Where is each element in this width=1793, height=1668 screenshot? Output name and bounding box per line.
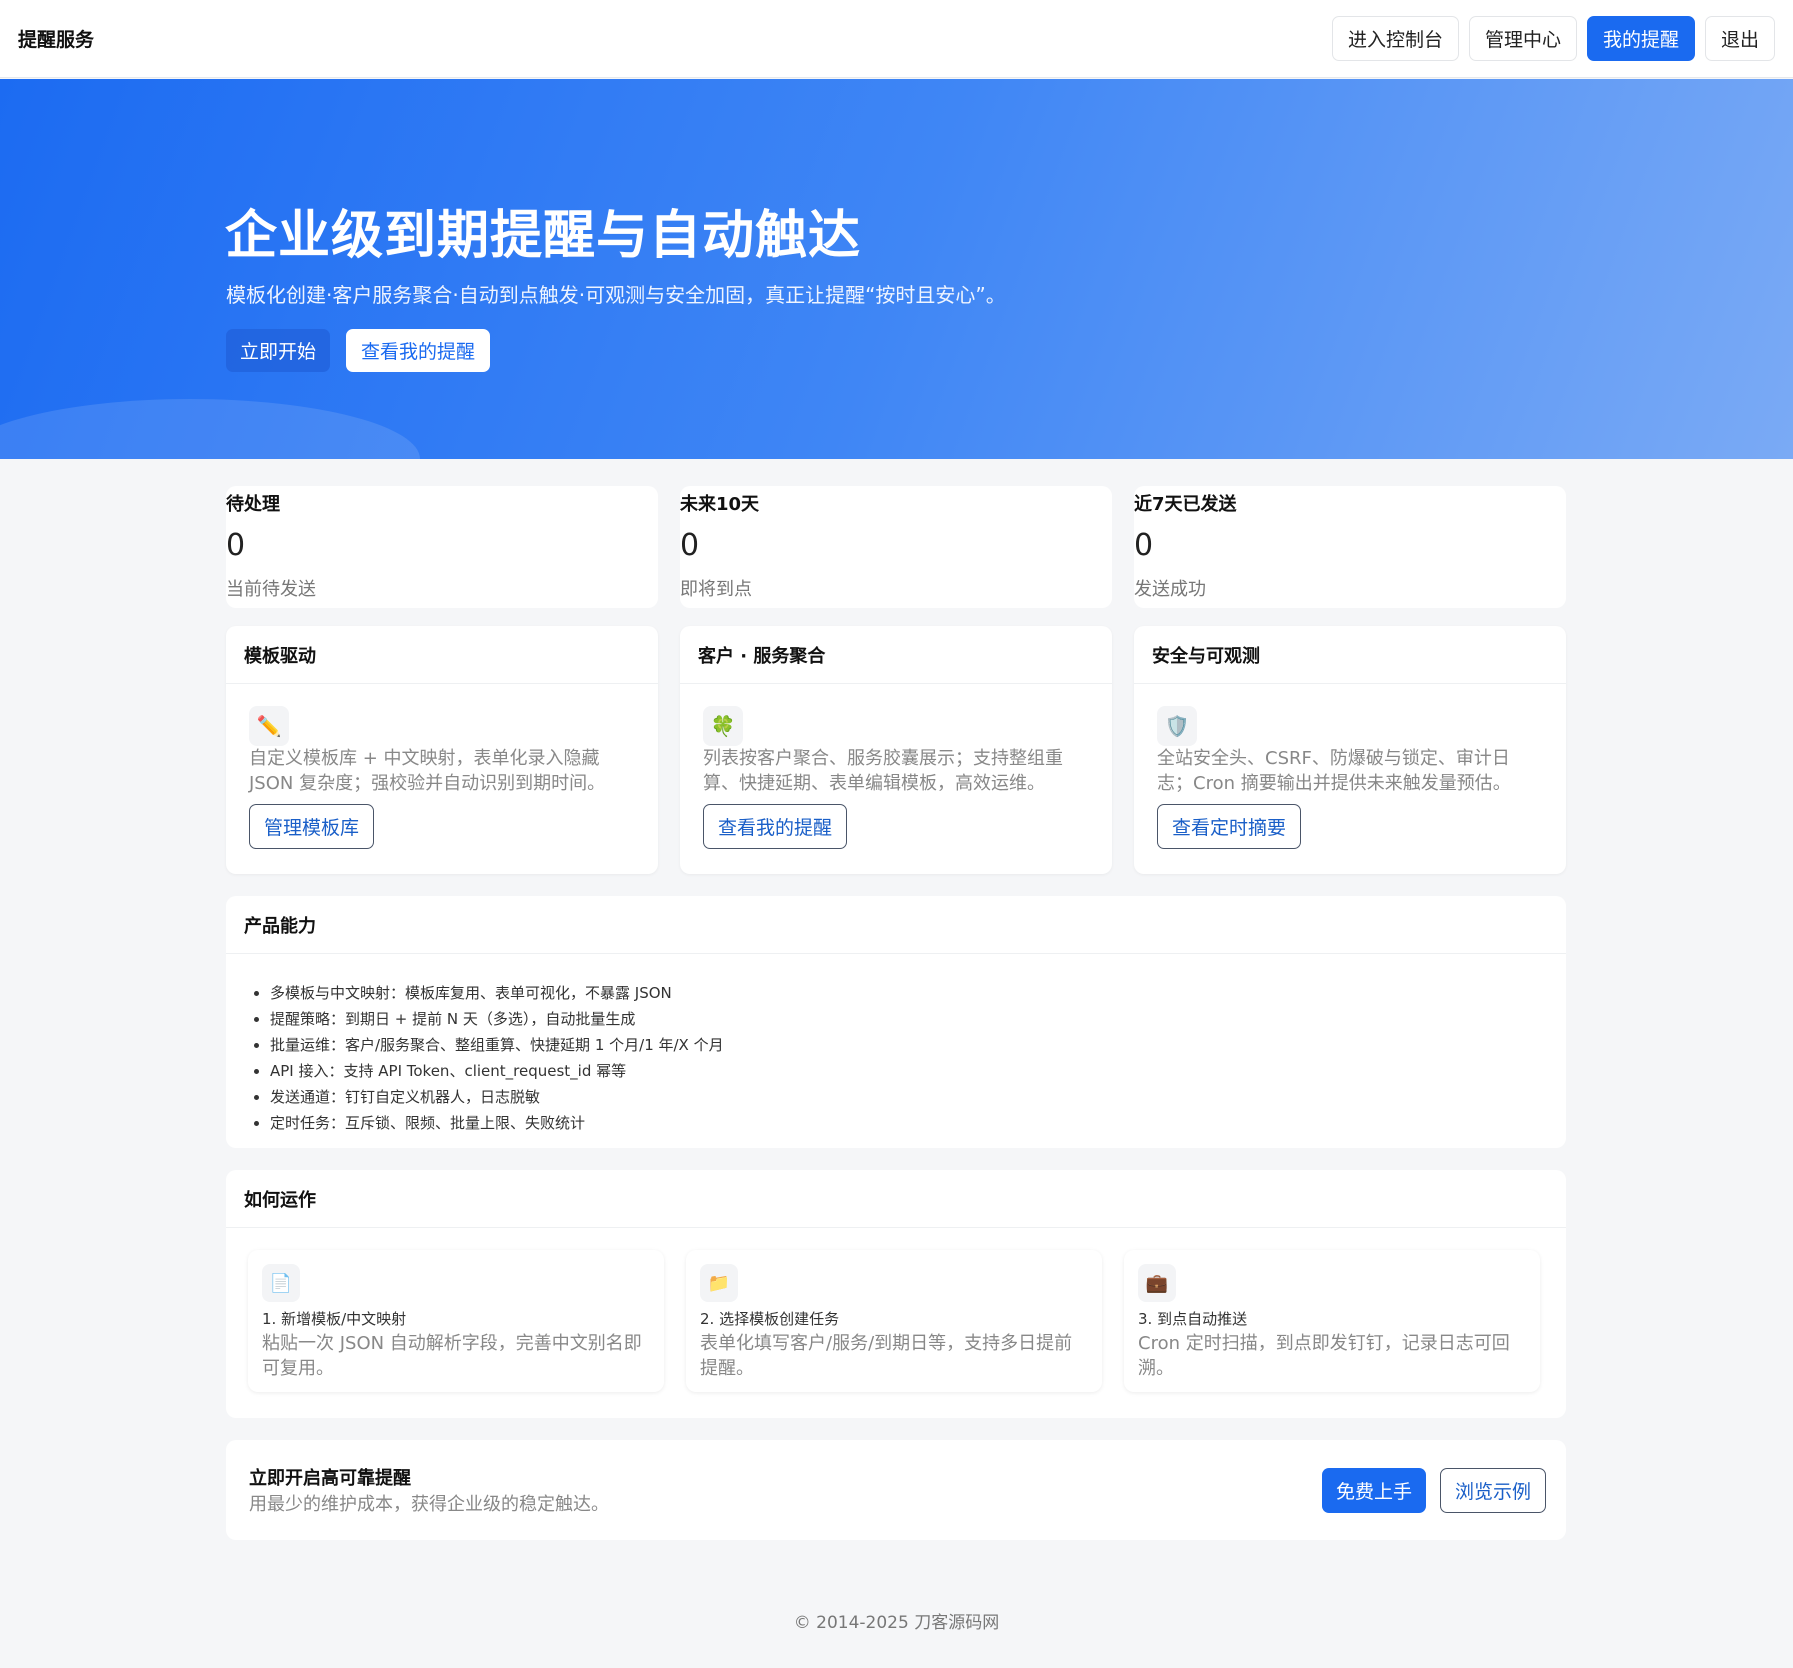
folder-icon: 📁 [700,1264,738,1302]
admin-center-button[interactable]: 管理中心 [1468,16,1577,61]
step-card: 📁 2. 选择模板创建任务 表单化填写客户/服务/到期日等，支持多日提前提醒。 [686,1250,1102,1392]
stat-desc: 发送成功 [1134,579,1206,600]
cta-text: 立即开启高可靠提醒 用最少的维护成本，获得企业级的稳定触达。 [249,1464,609,1516]
start-now-button[interactable]: 立即开始 [226,329,331,372]
step-title: 2. 选择模板创建任务 [700,1310,840,1328]
feature-title: 模板驱动 [226,626,658,684]
capability-card: 产品能力 多模板与中文映射：模板库复用、表单可视化，不暴露 JSON 提醒策略：… [226,896,1566,1148]
feature-text: 全站安全头、CSRF、防爆破与锁定、审计日志；Cron 摘要输出并提供未来触发量… [1157,748,1511,794]
stat-desc: 即将到点 [680,579,752,600]
logout-button[interactable]: 退出 [1704,16,1775,61]
list-item: 发送通道：钉钉自定义机器人，日志脱敏 [270,1084,1566,1110]
feature-cards-row: 模板驱动 ✏️ 自定义模板库 + 中文映射，表单化录入隐藏 JSON 复杂度；强… [226,626,1566,874]
clover-icon: 🍀 [703,706,743,746]
hero-actions: 立即开始 查看我的提醒 [226,329,491,372]
view-reminders-button[interactable]: 查看我的提醒 [703,804,848,849]
view-my-reminders-button[interactable]: 查看我的提醒 [346,329,491,372]
step-text: Cron 定时扫描，到点即发钉钉，记录日志可回溯。 [1138,1333,1510,1379]
step-text: 表单化填写客户/服务/到期日等，支持多日提前提醒。 [700,1333,1073,1379]
capability-list: 多模板与中文映射：模板库复用、表单可视化，不暴露 JSON 提醒策略：到期日 +… [226,954,1566,1136]
stat-title: 未来10天 [680,494,760,515]
step-card: 📄 1. 新增模板/中文映射 粘贴一次 JSON 自动解析字段，完善中文别名即可… [248,1250,664,1392]
list-item: 批量运维：客户/服务聚合、整组重算、快捷延期 1 个月/1 年/X 个月 [270,1032,1566,1058]
document-icon: 📄 [262,1264,300,1302]
how-it-works-card: 如何运作 📄 1. 新增模板/中文映射 粘贴一次 JSON 自动解析字段，完善中… [226,1170,1566,1418]
footer-copyright: © 2014-2025 刀客源码网 [793,1613,1000,1633]
feature-text: 列表按客户聚合、服务胶囊展示；支持整组重算、快捷延期、表单编辑模板，高效运维。 [703,748,1063,794]
my-reminders-button[interactable]: 我的提醒 [1586,16,1695,61]
hero-title: 企业级到期提醒与自动触达 [225,206,862,266]
shield-icon: 🛡️ [1157,706,1197,746]
cta-subtitle: 用最少的维护成本，获得企业级的稳定触达。 [249,1494,609,1515]
how-it-works-title: 如何运作 [226,1170,1566,1228]
step-title: 3. 到点自动推送 [1138,1310,1248,1328]
stat-card-upcoming: 未来10天 0 即将到点 [680,486,1112,608]
stat-title: 待处理 [226,494,280,515]
brand-title: 提醒服务 [18,29,95,51]
cta-title: 立即开启高可靠提醒 [249,1468,411,1489]
feature-title: 安全与可观测 [1134,626,1566,684]
feature-text: 自定义模板库 + 中文映射，表单化录入隐藏 JSON 复杂度；强校验并自动识别到… [249,748,606,794]
cta-bar: 立即开启高可靠提醒 用最少的维护成本，获得企业级的稳定触达。 免费上手 浏览示例 [226,1440,1566,1540]
list-item: API 接入：支持 API Token、client_request_id 幂等 [270,1058,1566,1084]
hero-banner: 企业级到期提醒与自动触达 模板化创建·客户服务聚合·自动到点触发·可观测与安全加… [0,79,1793,459]
cta-actions: 免费上手 浏览示例 [1321,1467,1546,1513]
view-cron-summary-button[interactable]: 查看定时摘要 [1157,804,1302,849]
main-content: 待处理 0 当前待发送 未来10天 0 即将到点 近7天已发送 0 发送成功 模… [226,486,1566,1540]
list-item: 提醒策略：到期日 + 提前 N 天（多选），自动批量生成 [270,1006,1566,1032]
feature-card-aggregation: 客户 · 服务聚合 🍀 列表按客户聚合、服务胶囊展示；支持整组重算、快捷延期、表… [680,626,1112,874]
steps-row: 📄 1. 新增模板/中文映射 粘贴一次 JSON 自动解析字段，完善中文别名即可… [226,1228,1566,1392]
nav-actions: 进入控制台 管理中心 我的提醒 退出 [1331,16,1775,61]
stat-value: 0 [1134,528,1154,563]
list-item: 多模板与中文映射：模板库复用、表单可视化，不暴露 JSON [270,980,1566,1006]
stat-value: 0 [226,528,246,563]
stat-card-pending: 待处理 0 当前待发送 [226,486,658,608]
stat-value: 0 [680,528,700,563]
capability-title: 产品能力 [226,896,1566,954]
stat-card-sent: 近7天已发送 0 发送成功 [1134,486,1566,608]
browse-examples-button[interactable]: 浏览示例 [1439,1467,1546,1513]
hero-wave-decoration [0,399,420,459]
stats-row: 待处理 0 当前待发送 未来10天 0 即将到点 近7天已发送 0 发送成功 [226,486,1566,608]
feature-title: 客户 · 服务聚合 [680,626,1112,684]
briefcase-icon: 💼 [1138,1264,1176,1302]
free-start-button[interactable]: 免费上手 [1321,1467,1426,1513]
hero-subtitle: 模板化创建·客户服务聚合·自动到点触发·可观测与安全加固，真正让提醒“按时且安心… [226,283,1006,307]
feature-card-security: 安全与可观测 🛡️ 全站安全头、CSRF、防爆破与锁定、审计日志；Cron 摘要… [1134,626,1566,874]
manage-templates-button[interactable]: 管理模板库 [249,804,375,849]
pencil-icon: ✏️ [249,706,289,746]
console-button[interactable]: 进入控制台 [1331,16,1459,61]
step-title: 1. 新增模板/中文映射 [262,1310,407,1328]
step-text: 粘贴一次 JSON 自动解析字段，完善中文别名即可复用。 [262,1333,642,1379]
feature-card-template: 模板驱动 ✏️ 自定义模板库 + 中文映射，表单化录入隐藏 JSON 复杂度；强… [226,626,658,874]
list-item: 定时任务：互斥锁、限频、批量上限、失败统计 [270,1110,1566,1136]
top-navbar: 提醒服务 进入控制台 管理中心 我的提醒 退出 [0,0,1793,78]
stat-title: 近7天已发送 [1134,494,1237,515]
step-card: 💼 3. 到点自动推送 Cron 定时扫描，到点即发钉钉，记录日志可回溯。 [1124,1250,1540,1392]
stat-desc: 当前待发送 [226,579,316,600]
